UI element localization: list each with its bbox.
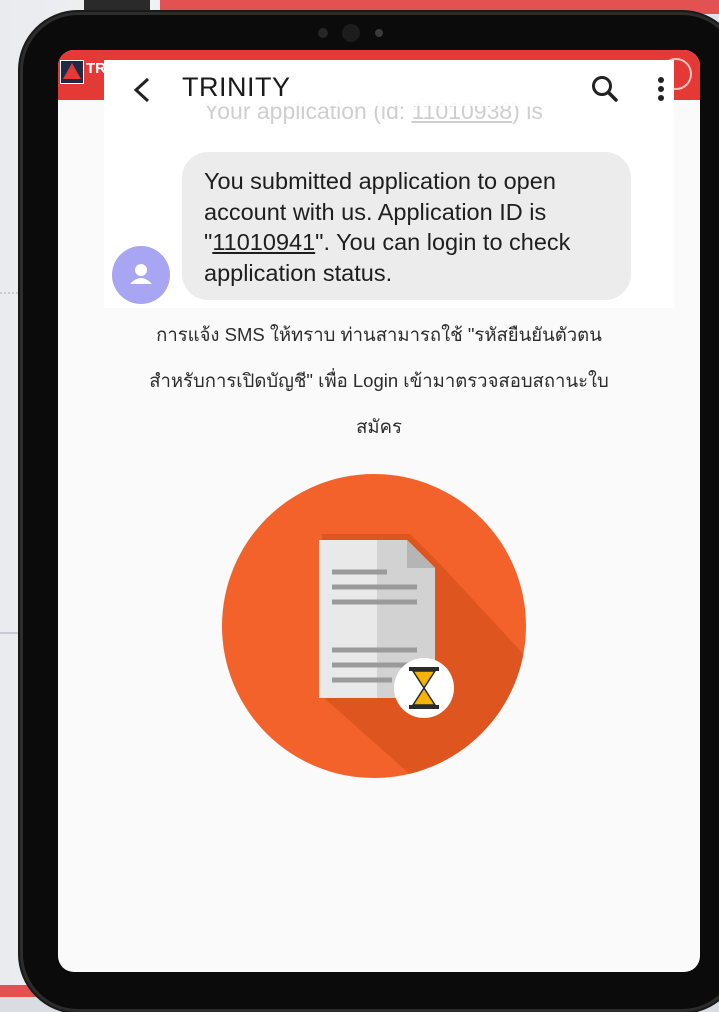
sms-screenshot: Your application (id: 11010938) is TRINI… (104, 60, 674, 308)
person-icon (130, 264, 152, 284)
sender-name: TRINITY (182, 72, 291, 102)
sensor-dot (318, 28, 328, 38)
more-vertical-icon[interactable] (656, 74, 666, 104)
document-pending-icon (222, 474, 526, 778)
message-text: You submitted application to open accoun… (204, 166, 624, 288)
hourglass-icon (394, 658, 454, 718)
application-id-link[interactable]: 11010941 (212, 229, 315, 255)
brand-logo (60, 60, 84, 84)
instruction-caption: การแจ้ง SMS ให้ทราบ ท่านสามารถใช้ "รหัสย… (98, 312, 660, 450)
chevron-left-icon[interactable] (128, 74, 156, 106)
message-bubble[interactable]: You submitted application to open accoun… (182, 152, 631, 300)
search-icon[interactable] (590, 74, 620, 104)
sms-app-bar: TRINITY (104, 60, 674, 106)
caption-line-2: สำหรับการเปิดบัญชี" เพื่อ Login เข้ามาตร… (149, 370, 609, 391)
tablet-screen: TR Your application (id: 11010938) is TR… (58, 50, 700, 972)
sender-avatar (112, 246, 170, 304)
tablet-frame: TR Your application (id: 11010938) is TR… (20, 12, 719, 1012)
brand-logo-text: TR (86, 60, 106, 77)
caption-line-1: การแจ้ง SMS ให้ทราบ ท่านสามารถใช้ "รหัสย… (156, 324, 602, 345)
sensor-dot (375, 29, 383, 37)
caption-line-3: สมัคร (356, 416, 402, 437)
camera-lens (342, 24, 360, 42)
